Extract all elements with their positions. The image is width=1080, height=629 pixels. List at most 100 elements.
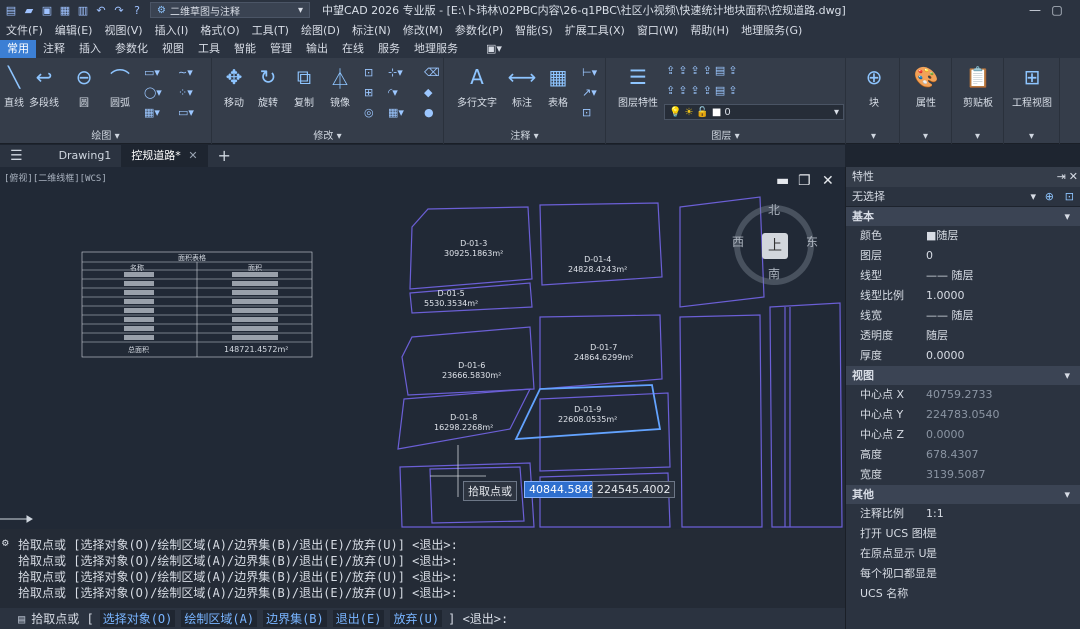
ribbon-toggle-button[interactable]: ▣▾ bbox=[479, 40, 509, 58]
array-icon[interactable]: ▦▾ bbox=[388, 106, 404, 119]
menu-modify[interactable]: 修改(M) bbox=[397, 22, 449, 38]
menu-help[interactable]: 帮助(H) bbox=[684, 22, 735, 38]
arc-button[interactable]: ⌒ 圆弧 bbox=[98, 64, 142, 110]
rectangle-icon[interactable]: ▭▾ bbox=[144, 66, 160, 79]
tab-view[interactable]: 视图 bbox=[155, 40, 191, 58]
tab-tools[interactable]: 工具 bbox=[191, 40, 227, 58]
trim-icon[interactable]: ⊹▾ bbox=[388, 66, 403, 79]
prop-row[interactable]: 厚度 0.0000 bbox=[846, 346, 1080, 366]
menu-draw[interactable]: 绘图(D) bbox=[295, 22, 346, 38]
prop-row[interactable]: 高度 678.4307 bbox=[846, 445, 1080, 465]
tab-home[interactable]: 常用 bbox=[0, 40, 36, 58]
prop-row[interactable]: 中心点 X 40759.2733 bbox=[846, 385, 1080, 405]
cmd-option-boundary[interactable]: 边界集(B) bbox=[263, 610, 327, 627]
dynamic-input-y[interactable]: 224545.4002 bbox=[592, 481, 676, 498]
parcel-other-1[interactable] bbox=[679, 314, 763, 528]
new-tab-button[interactable]: + bbox=[208, 145, 241, 167]
mirror-button[interactable]: ⏃ 镜像 bbox=[318, 64, 362, 110]
close-icon[interactable]: ✕ bbox=[188, 149, 197, 162]
new-file-icon[interactable]: ▤ bbox=[4, 3, 18, 17]
prop-row[interactable]: UCS 名称 bbox=[846, 584, 1080, 604]
undo-icon[interactable]: ↶ bbox=[94, 3, 108, 17]
clipboard-expand-icon[interactable]: ▾ bbox=[952, 131, 1003, 142]
drawing-view-expand-icon[interactable]: ▾ bbox=[1004, 131, 1059, 142]
attribute-button[interactable]: 🎨 属性 bbox=[904, 64, 948, 109]
eraser-icon[interactable]: ◆ bbox=[424, 86, 432, 99]
layer-select[interactable]: 💡 ☀ 🔓 ■ 0 ▾ bbox=[664, 104, 844, 120]
doc-tab-drawing1[interactable]: Drawing1 bbox=[49, 145, 122, 167]
prop-row[interactable]: 中心点 Y 224783.0540 bbox=[846, 405, 1080, 425]
offset-icon[interactable]: ◎ bbox=[364, 106, 374, 119]
prop-row[interactable]: 中心点 Z 0.0000 bbox=[846, 425, 1080, 445]
prop-row[interactable]: 在原点显示 U...是 bbox=[846, 544, 1080, 564]
layer-tools-row2-icon[interactable]: ⇪⇪⇪⇪▤⇪ bbox=[666, 84, 740, 97]
viewcube-south[interactable]: 南 bbox=[768, 265, 780, 282]
layer-properties-button[interactable]: ☰ 图层特性 bbox=[612, 64, 664, 109]
viewport-minimize-button[interactable]: ▬ bbox=[776, 173, 789, 189]
menu-express[interactable]: 扩展工具(X) bbox=[559, 22, 631, 38]
menu-format[interactable]: 格式(O) bbox=[194, 22, 245, 38]
mtext-button[interactable]: A 多行文字 bbox=[452, 64, 502, 109]
save-icon[interactable]: ▣ bbox=[40, 3, 54, 17]
close-icon[interactable]: ✕ bbox=[1069, 167, 1078, 187]
leader-icon[interactable]: ↗▾ bbox=[582, 86, 597, 99]
clipboard-button[interactable]: 📋 剪贴板 bbox=[956, 64, 1000, 109]
ellipse-icon[interactable]: ◯▾ bbox=[144, 86, 162, 99]
select-objects-icon[interactable]: ⊡ bbox=[1065, 187, 1074, 207]
save-as-icon[interactable]: ▦ bbox=[58, 3, 72, 17]
viewcube-north[interactable]: 北 bbox=[768, 201, 780, 218]
draw-group-label[interactable]: 绘图 ▾ bbox=[0, 127, 211, 142]
table-button[interactable]: ▦ 表格 bbox=[536, 64, 580, 109]
tab-manage[interactable]: 管理 bbox=[263, 40, 299, 58]
tab-annotate[interactable]: 注释 bbox=[36, 40, 72, 58]
layer-group-label[interactable]: 图层 ▾ bbox=[606, 127, 845, 142]
tab-smart[interactable]: 智能 bbox=[227, 40, 263, 58]
redo-icon[interactable]: ↷ bbox=[112, 3, 126, 17]
viewport-close-button[interactable]: ✕ bbox=[822, 173, 834, 189]
tab-output[interactable]: 输出 bbox=[299, 40, 335, 58]
minimize-button[interactable]: — bbox=[1024, 0, 1046, 20]
menu-insert[interactable]: 插入(I) bbox=[149, 22, 195, 38]
scale-icon[interactable]: ⊞ bbox=[364, 86, 373, 99]
tab-insert[interactable]: 插入 bbox=[72, 40, 108, 58]
tab-online[interactable]: 在线 bbox=[335, 40, 371, 58]
tab-parametric[interactable]: 参数化 bbox=[108, 40, 155, 58]
prop-row[interactable]: 注释比例 1:1 bbox=[846, 504, 1080, 524]
selection-dropdown[interactable]: 无选择 ▾ ⊕ ⊡ bbox=[846, 187, 1080, 207]
markup-icon[interactable]: ⊡ bbox=[582, 106, 591, 119]
doc-tab-current[interactable]: 控规道路* ✕ bbox=[121, 145, 208, 167]
prop-row[interactable]: 颜色 ■随层 bbox=[846, 226, 1080, 246]
hamburger-icon[interactable]: ☰ bbox=[0, 145, 33, 167]
modify-group-label[interactable]: 修改 ▾ bbox=[212, 127, 443, 142]
prop-row[interactable]: 线宽 —— 随层 bbox=[846, 306, 1080, 326]
polyline-button[interactable]: ↩ 多段线 bbox=[22, 64, 66, 109]
region-icon[interactable]: ▭▾ bbox=[178, 106, 194, 119]
menu-edit[interactable]: 编辑(E) bbox=[49, 22, 99, 38]
cmd-option-select[interactable]: 选择对象(O) bbox=[99, 610, 176, 627]
maximize-button[interactable]: ▢ bbox=[1046, 0, 1068, 20]
prop-row[interactable]: 透明度 随层 bbox=[846, 326, 1080, 346]
tab-service[interactable]: 服务 bbox=[371, 40, 407, 58]
help-icon[interactable]: ? bbox=[130, 3, 144, 17]
annotate-group-label[interactable]: 注释 ▾ bbox=[444, 127, 605, 142]
prop-row[interactable]: 宽度 3139.5087 bbox=[846, 465, 1080, 485]
viewport-restore-button[interactable]: ❐ bbox=[798, 173, 811, 189]
hatch-icon[interactable]: ▦▾ bbox=[144, 106, 160, 119]
viewcube[interactable]: 上 北 南 西 东 bbox=[732, 203, 818, 285]
cmd-option-exit[interactable]: 退出(E) bbox=[332, 610, 385, 627]
menu-dimension[interactable]: 标注(N) bbox=[346, 22, 397, 38]
section-other[interactable]: 其他 ▾ bbox=[846, 485, 1080, 504]
area-table[interactable] bbox=[81, 251, 313, 358]
parcel-other-2[interactable] bbox=[769, 302, 843, 528]
block-expand-icon[interactable]: ▾ bbox=[848, 131, 899, 142]
erase-icon[interactable]: ⌫ bbox=[424, 66, 440, 79]
prop-row[interactable]: 图层 0 bbox=[846, 246, 1080, 266]
tab-geo[interactable]: 地理服务 bbox=[407, 40, 465, 58]
dynamic-input-x[interactable]: 40844.5849 bbox=[524, 481, 601, 498]
viewcube-top-face[interactable]: 上 bbox=[762, 233, 788, 259]
attribute-expand-icon[interactable]: ▾ bbox=[900, 131, 951, 142]
viewcube-west[interactable]: 西 bbox=[732, 233, 744, 250]
explode-icon[interactable]: ● bbox=[424, 106, 434, 119]
section-view[interactable]: 视图 ▾ bbox=[846, 366, 1080, 385]
print-icon[interactable]: ▥ bbox=[76, 3, 90, 17]
